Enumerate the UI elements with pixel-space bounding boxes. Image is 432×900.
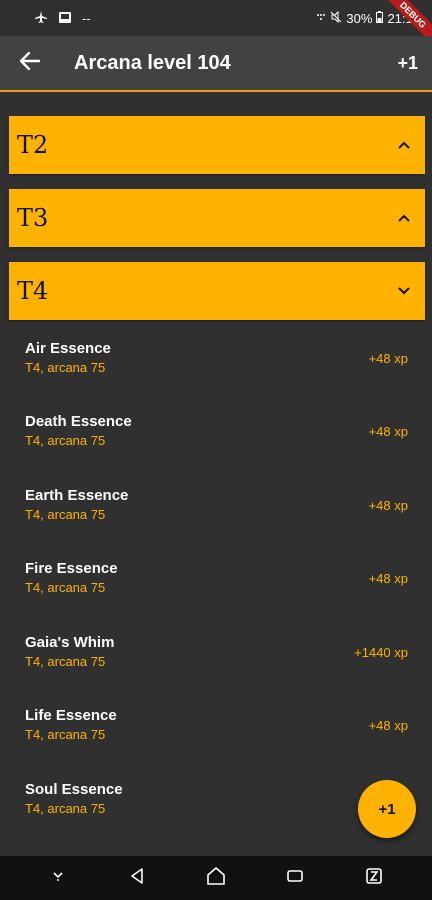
item-xp: +48 xp	[368, 350, 408, 366]
item-subtitle: T4, arcana 75	[25, 801, 106, 816]
app-bar: Arcana level 104 +1	[0, 36, 432, 92]
wifi-icon	[316, 12, 326, 25]
home-nav-button[interactable]	[196, 858, 236, 898]
item-name: Death Essence	[25, 413, 132, 430]
hide-nav-button[interactable]	[38, 858, 78, 898]
item-name: Earth Essence	[25, 487, 129, 504]
item-name: Fire Essence	[25, 560, 118, 577]
airplane-icon	[34, 10, 48, 26]
recipe-list: T2 T3 T4 Air Essence T4, arcana 75 +48 x…	[0, 92, 432, 856]
assistant-icon	[365, 867, 383, 890]
item-xp: +1440 xp	[354, 644, 408, 660]
list-item[interactable]: Gaia's Whim T4, arcana 75 +1440 xp	[0, 615, 432, 689]
list-item[interactable]: Death Essence T4, arcana 75 +48 xp	[0, 394, 432, 468]
tier-header-t4[interactable]: T4	[9, 262, 425, 320]
item-name: Soul Essence	[25, 781, 123, 798]
recents-icon	[286, 868, 304, 889]
triangle-back-icon	[129, 867, 145, 890]
tier-header-t2[interactable]: T2	[9, 116, 425, 174]
back-button[interactable]	[2, 35, 58, 91]
item-xp: +48 xp	[368, 423, 408, 439]
list-item[interactable]: Air Essence T4, arcana 75 +48 xp	[0, 321, 432, 395]
status-bar: -- 30% 21:10 DEBUG	[0, 0, 432, 52]
list-item[interactable]: Fire Essence T4, arcana 75 +48 xp	[0, 541, 432, 615]
arrow-left-icon	[19, 51, 41, 75]
add-one-fab[interactable]: +1	[358, 780, 416, 838]
battery-icon	[376, 11, 384, 25]
item-subtitle: T4, arcana 75	[25, 580, 106, 595]
item-subtitle: T4, arcana 75	[25, 507, 106, 522]
item-name: Air Essence	[25, 340, 111, 357]
home-icon	[206, 866, 226, 890]
chevron-down-icon	[395, 282, 413, 300]
item-subtitle: T4, arcana 75	[25, 433, 106, 448]
item-name: Life Essence	[25, 707, 117, 724]
back-nav-button[interactable]	[117, 858, 157, 898]
page-title: Arcana level 104	[74, 51, 231, 74]
item-name: Gaia's Whim	[25, 634, 115, 651]
tier-header-t3[interactable]: T3	[9, 189, 425, 247]
system-nav-bar	[0, 856, 432, 900]
mute-icon	[330, 10, 342, 25]
tier-label: T4	[17, 277, 49, 305]
item-xp: +48 xp	[368, 497, 408, 513]
item-xp: +48 xp	[368, 717, 408, 733]
list-item[interactable]: Life Essence T4, arcana 75 +48 xp	[0, 688, 432, 762]
chevron-down-icon	[51, 869, 65, 887]
recents-nav-button[interactable]	[275, 858, 315, 898]
chevron-up-icon	[395, 136, 413, 154]
image-icon	[58, 11, 72, 26]
item-subtitle: T4, arcana 75	[25, 654, 106, 669]
status-dash: --	[82, 10, 91, 26]
list-item[interactable]: Earth Essence T4, arcana 75 +48 xp	[0, 468, 432, 542]
chevron-up-icon	[395, 209, 413, 227]
add-one-button[interactable]: +1	[397, 53, 418, 74]
battery-percent: 30%	[346, 10, 373, 26]
item-subtitle: T4, arcana 75	[25, 727, 106, 742]
item-xp: +48 xp	[368, 570, 408, 586]
tier-label: T2	[17, 131, 49, 159]
item-subtitle: T4, arcana 75	[25, 360, 106, 375]
tier-label: T3	[17, 204, 49, 232]
assistant-nav-button[interactable]	[354, 858, 394, 898]
